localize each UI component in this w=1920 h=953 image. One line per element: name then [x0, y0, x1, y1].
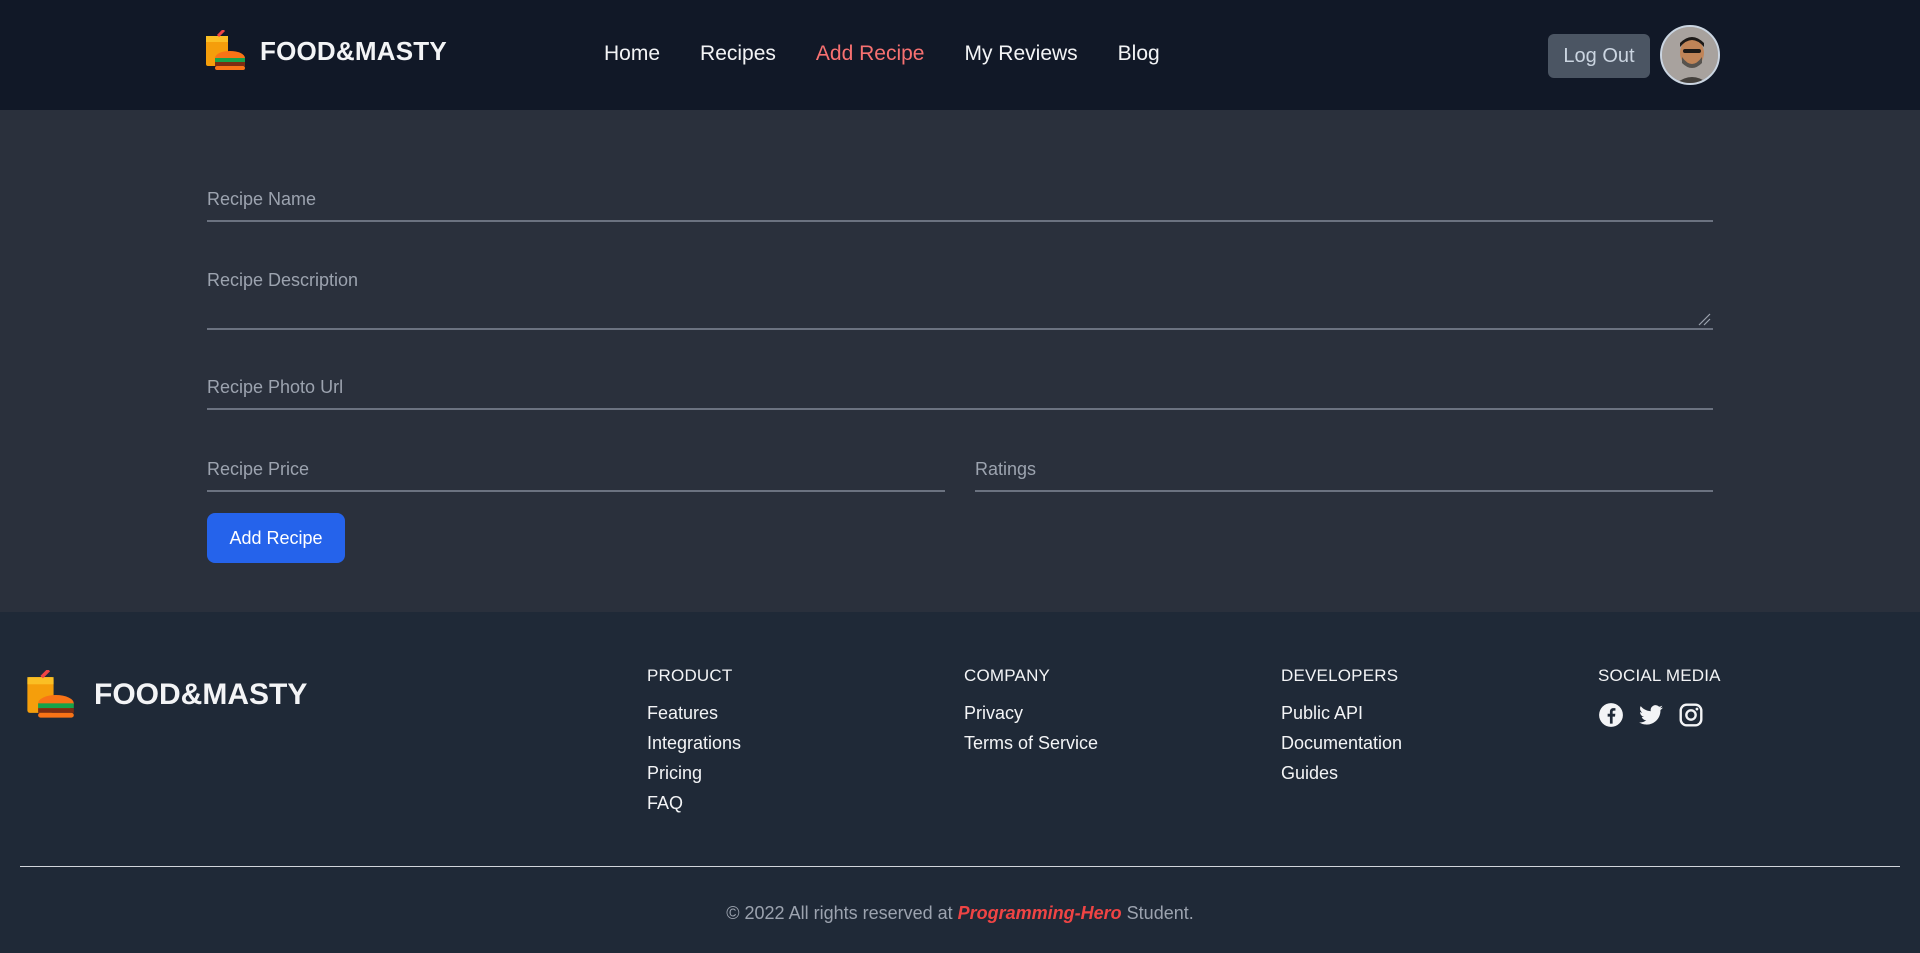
footer-link-faq[interactable]: FAQ — [647, 792, 741, 814]
site-footer: FOOD&MASTY PRODUCT Features Integrations… — [0, 612, 1920, 953]
footer-link-public-api[interactable]: Public API — [1281, 702, 1402, 724]
footer-link-privacy[interactable]: Privacy — [964, 702, 1098, 724]
facebook-icon[interactable] — [1598, 702, 1624, 728]
recipe-price-field — [207, 448, 945, 492]
copyright-prefix: © 2022 All rights reserved at — [726, 903, 958, 923]
food-logo-icon — [27, 670, 74, 718]
footer-divider — [20, 866, 1900, 867]
footer-link-documentation[interactable]: Documentation — [1281, 732, 1402, 754]
social-links — [1598, 702, 1721, 728]
footer-col-title: SOCIAL MEDIA — [1598, 666, 1721, 685]
user-avatar-image — [1662, 27, 1718, 83]
recipe-name-field — [207, 178, 1713, 222]
resize-handle-icon[interactable] — [1697, 312, 1711, 326]
copyright-suffix: Student. — [1121, 903, 1194, 923]
ratings-input[interactable] — [975, 448, 1713, 490]
nav-blog[interactable]: Blog — [1118, 42, 1160, 66]
recipe-photo-url-input[interactable] — [207, 366, 1713, 408]
food-logo-icon — [206, 30, 245, 70]
footer-link-integrations[interactable]: Integrations — [647, 732, 741, 754]
footer-brand[interactable]: FOOD&MASTY — [22, 670, 307, 720]
footer-brand-name: FOOD&MASTY — [94, 678, 308, 711]
recipe-name-input[interactable] — [207, 178, 1713, 220]
nav-home[interactable]: Home — [604, 42, 660, 66]
recipe-description-field — [207, 260, 1713, 330]
instagram-icon[interactable] — [1678, 702, 1704, 728]
recipe-description-input[interactable] — [207, 260, 1713, 328]
site-header: FOOD&MASTY Home Recipes Add Recipe My Re… — [0, 0, 1920, 110]
footer-link-guides[interactable]: Guides — [1281, 762, 1402, 784]
footer-col-product: PRODUCT Features Integrations Pricing FA… — [647, 666, 741, 822]
brand-logo[interactable]: FOOD&MASTY — [202, 30, 447, 72]
nav-add-recipe[interactable]: Add Recipe — [816, 42, 925, 66]
footer-col-title: COMPANY — [964, 666, 1051, 685]
add-recipe-form: Add Recipe — [0, 110, 1920, 612]
footer-col-title: DEVELOPERS — [1281, 666, 1399, 685]
main-nav: Home Recipes Add Recipe My Reviews Blog — [604, 42, 1160, 66]
footer-col-company: COMPANY Privacy Terms of Service — [964, 666, 1098, 762]
brand-name: FOOD&MASTY — [260, 35, 447, 66]
ratings-field — [975, 448, 1713, 492]
footer-col-social: SOCIAL MEDIA — [1598, 666, 1721, 728]
twitter-icon[interactable] — [1638, 702, 1664, 728]
nav-recipes[interactable]: Recipes — [700, 42, 776, 66]
recipe-price-input[interactable] — [207, 448, 945, 490]
recipe-photo-field — [207, 366, 1713, 410]
copyright-text: © 2022 All rights reserved at Programmin… — [0, 903, 1920, 924]
copyright-highlight: Programming-Hero — [957, 903, 1122, 923]
nav-my-reviews[interactable]: My Reviews — [964, 42, 1077, 66]
footer-link-features[interactable]: Features — [647, 702, 741, 724]
footer-link-pricing[interactable]: Pricing — [647, 762, 741, 784]
footer-link-terms[interactable]: Terms of Service — [964, 732, 1098, 754]
footer-col-title: PRODUCT — [647, 666, 733, 685]
user-avatar[interactable] — [1660, 25, 1720, 85]
logout-button[interactable]: Log Out — [1548, 34, 1650, 78]
add-recipe-button[interactable]: Add Recipe — [207, 513, 345, 563]
footer-col-developers: DEVELOPERS Public API Documentation Guid… — [1281, 666, 1402, 792]
